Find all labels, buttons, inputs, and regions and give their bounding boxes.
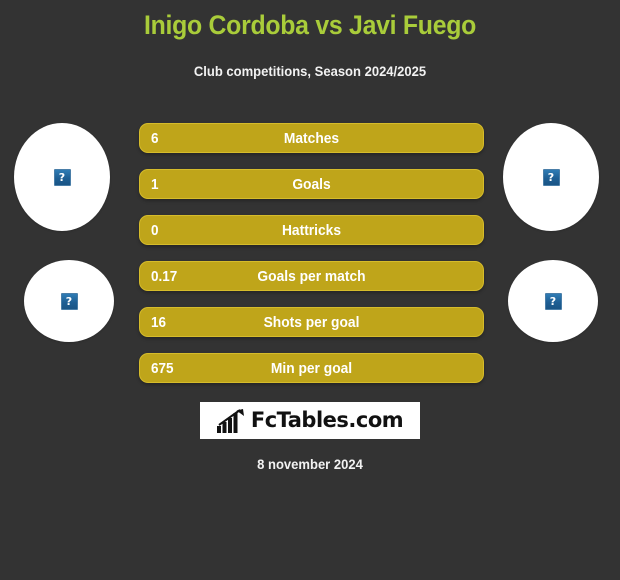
- broken-image-glyph: ?: [549, 294, 557, 308]
- broken-image-icon: ?: [60, 292, 78, 310]
- broken-image-glyph: ?: [65, 294, 73, 308]
- fctables-logo-text: FcTables.com: [250, 408, 404, 432]
- player-photo-right-bottom: ?: [508, 260, 598, 342]
- broken-image-icon: ?: [542, 168, 560, 186]
- stat-label: Matches: [283, 130, 340, 147]
- broken-image-icon: ?: [53, 168, 71, 186]
- player-photo-right-top: ?: [503, 123, 599, 231]
- broken-image-icon: ?: [544, 292, 562, 310]
- stat-label: Shots per goal: [263, 314, 360, 331]
- stat-row-min-per-goal: 675 Min per goal: [139, 353, 484, 383]
- stats-list: 6 Matches 1 Goals 0 Hattricks 0.17 Goals…: [139, 123, 484, 383]
- page-subtitle: Club competitions, Season 2024/2025: [193, 63, 427, 79]
- player-photo-left-top: ?: [14, 123, 110, 231]
- player-photo-left-bottom: ?: [24, 260, 114, 342]
- broken-image-glyph: ?: [58, 170, 66, 184]
- comparison-infographic: Inigo Cordoba vs Javi Fuego Club competi…: [0, 0, 620, 580]
- stat-row-goals-per-match: 0.17 Goals per match: [139, 261, 484, 291]
- stat-label: Goals: [292, 176, 331, 193]
- stat-row-hattricks: 0 Hattricks: [139, 215, 484, 245]
- fctables-logo[interactable]: FcTables.com: [200, 402, 420, 439]
- stat-row-matches: 6 Matches: [139, 123, 484, 153]
- stat-row-shots-per-goal: 16 Shots per goal: [139, 307, 484, 337]
- page-title: Inigo Cordoba vs Javi Fuego: [143, 10, 477, 40]
- broken-image-glyph: ?: [547, 170, 555, 184]
- stat-label: Hattricks: [281, 222, 342, 239]
- stat-row-goals: 1 Goals: [139, 169, 484, 199]
- stat-label: Min per goal: [270, 360, 353, 377]
- bar-chart-arrow-icon: [216, 408, 244, 433]
- footer-date: 8 november 2024: [257, 456, 363, 472]
- stat-label: Goals per match: [257, 268, 366, 285]
